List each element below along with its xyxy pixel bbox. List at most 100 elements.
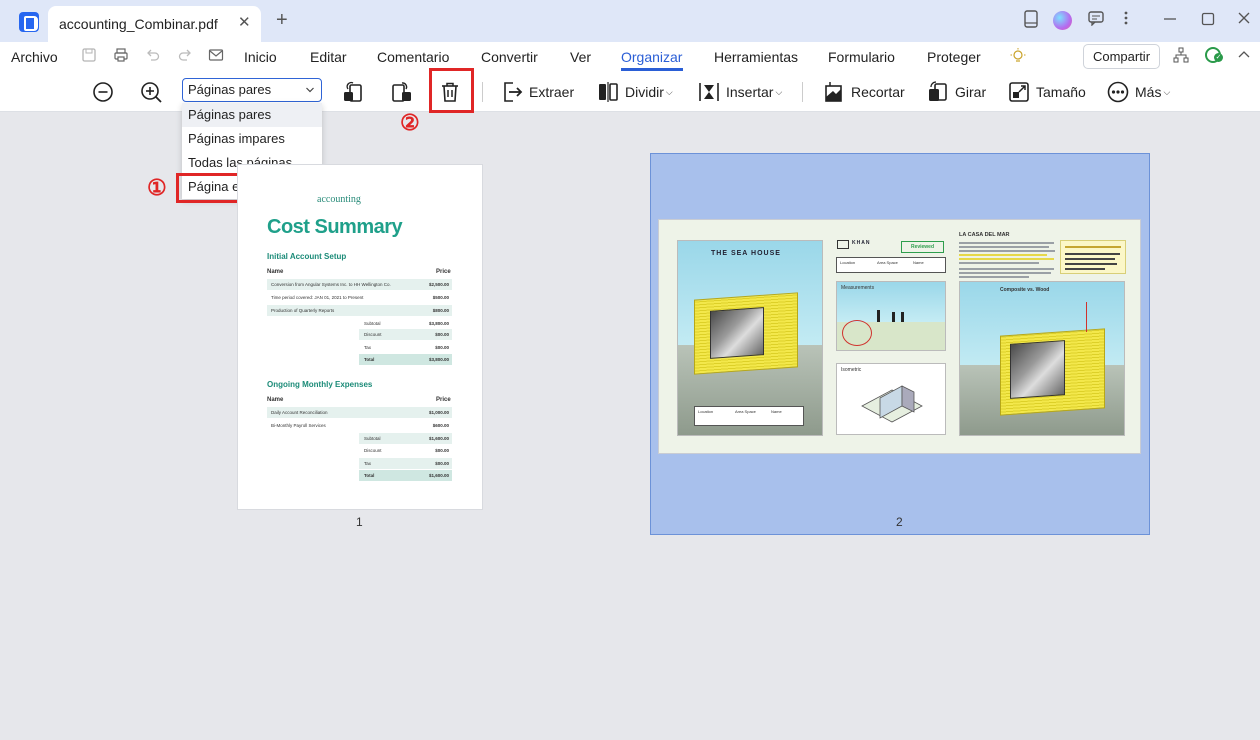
crop-label: Recortar: [851, 84, 905, 100]
collapse-ribbon-icon[interactable]: [1236, 47, 1252, 67]
accounting-logo: accounting: [317, 194, 361, 205]
lightbulb-icon[interactable]: [1010, 47, 1026, 69]
sticky-note: [1060, 240, 1126, 274]
menu-convertir[interactable]: Convertir: [481, 49, 538, 65]
house-window: [710, 307, 764, 359]
menu-formulario[interactable]: Formulario: [828, 49, 895, 65]
reviewed-stamp: Reviewed: [901, 241, 944, 253]
split-button[interactable]: Dividir ⌵: [596, 80, 673, 104]
more-button[interactable]: Más ⌵: [1106, 80, 1170, 104]
size-button[interactable]: Tamaño: [1007, 80, 1086, 104]
book-icon[interactable]: [1024, 10, 1038, 34]
zoom-out-button[interactable]: [91, 80, 115, 104]
extract-label: Extraer: [529, 84, 575, 100]
summary-row: Subtotal $1,600.00: [359, 433, 452, 444]
minimize-icon[interactable]: [1162, 10, 1178, 32]
tab-close-icon[interactable]: ✕: [238, 13, 251, 31]
page-range-select[interactable]: Páginas pares: [182, 78, 322, 102]
insert-chevron-icon: ⌵: [775, 86, 783, 97]
menu-comentario[interactable]: Comentario: [377, 49, 449, 65]
step-2-callout: ②: [400, 110, 420, 135]
undo-icon[interactable]: [145, 47, 161, 67]
share-button[interactable]: Compartir: [1083, 44, 1160, 69]
measurements-panel: Measurements: [836, 281, 946, 351]
menu-proteger[interactable]: Proteger: [927, 49, 981, 65]
zoom-in-button[interactable]: [139, 80, 163, 104]
option-odd-pages[interactable]: Páginas impares: [182, 127, 322, 151]
info-table: Location Area Space Name: [694, 406, 804, 426]
print-icon[interactable]: [113, 47, 129, 67]
measurements-label: Measurements: [841, 285, 875, 291]
toolbar-separator: [802, 82, 803, 102]
redo-icon[interactable]: [177, 47, 193, 67]
extract-icon: [504, 82, 523, 102]
rotate-button[interactable]: Girar: [926, 80, 986, 104]
composite-illustration: Composite vs. Wood: [959, 281, 1125, 436]
size-label: Tamaño: [1036, 84, 1086, 100]
save-icon[interactable]: [81, 47, 97, 67]
menu-bar: Archivo Inicio Editar Comentario Convert…: [0, 42, 1260, 72]
rotate-label: Girar: [955, 84, 987, 100]
column-price-header: Price: [436, 397, 451, 403]
cloud-sync-icon[interactable]: [1205, 47, 1223, 63]
firm-name: KHAN: [852, 240, 871, 246]
highlight-box-delete: [429, 68, 474, 113]
cost-summary-title: Cost Summary: [267, 216, 403, 238]
more-vertical-icon[interactable]: [1120, 10, 1132, 32]
insert-icon: [699, 83, 719, 101]
rotate-right-page-button[interactable]: [390, 80, 414, 104]
crop-button[interactable]: Recortar: [822, 80, 905, 104]
title-bar: accounting_Combinar.pdf ✕ +: [0, 0, 1260, 42]
more-chevron-icon: ⌵: [1163, 86, 1171, 97]
page-number-1: 1: [356, 515, 363, 529]
active-tab-indicator: [621, 68, 683, 71]
menu-organizar[interactable]: Organizar: [621, 49, 682, 65]
rotate-left-page-button[interactable]: [341, 80, 365, 104]
sea-house-illustration: THE SEA HOUSE Location Area Space Name: [677, 240, 823, 436]
user-avatar[interactable]: [1053, 11, 1072, 30]
page-thumbnail-1[interactable]: accounting Cost Summary Initial Account …: [237, 164, 483, 510]
option-even-pages[interactable]: Páginas pares: [182, 103, 322, 127]
insert-label: Insertar: [726, 84, 774, 100]
project-info-table: Location Area Space Name: [836, 257, 946, 273]
table-row: Bi-Monthly Payroll Services $600.00: [271, 423, 449, 428]
page-number-2: 2: [896, 515, 903, 529]
rotate-page-left-icon: [344, 81, 362, 102]
table-row: Time period covered: JAN 01, 2021 to Pre…: [271, 295, 449, 300]
maximize-icon[interactable]: [1200, 10, 1216, 32]
menu-editar[interactable]: Editar: [310, 49, 347, 65]
summary-total-row: Total $1,600.00: [359, 470, 452, 481]
table-row: Daily Account Reconciliation $1,000.00: [267, 407, 452, 418]
menu-herramientas[interactable]: Herramientas: [714, 49, 798, 65]
crop-icon: [825, 82, 842, 102]
column-name-header: Name: [267, 397, 284, 403]
mail-icon[interactable]: [208, 47, 224, 67]
summary-row: Discount $00.00: [364, 448, 449, 453]
section-heading: Ongoing Monthly Expenses: [267, 380, 373, 389]
composite-heading: Composite vs. Wood: [1000, 287, 1050, 293]
page-range-value: Páginas pares: [188, 82, 272, 97]
page-thumbnail-2[interactable]: THE SEA HOUSE Location Area Space Name K…: [658, 219, 1141, 454]
new-tab-icon[interactable]: +: [276, 10, 288, 30]
more-label: Más: [1135, 84, 1162, 100]
menu-inicio[interactable]: Inicio: [244, 49, 277, 65]
more-circle-icon: [1107, 81, 1129, 103]
close-window-icon[interactable]: [1236, 10, 1252, 32]
la-casa-heading: LA CASA DEL MAR: [959, 232, 1010, 238]
document-tab[interactable]: accounting_Combinar.pdf ✕: [48, 6, 261, 42]
resize-icon: [1009, 82, 1029, 102]
menu-ver[interactable]: Ver: [570, 49, 591, 65]
zoom-out-icon: [93, 82, 113, 102]
org-chart-icon[interactable]: [1173, 47, 1189, 67]
message-icon[interactable]: [1088, 10, 1104, 32]
summary-row: Tax $00.00: [359, 458, 452, 469]
toolbar-separator: [482, 82, 483, 102]
column-name-header: Name: [267, 269, 284, 275]
menu-archivo[interactable]: Archivo: [11, 49, 58, 65]
summary-row: Discount $00.00: [359, 329, 452, 340]
step-1-callout: ①: [147, 175, 167, 200]
isometric-drawing: [861, 385, 923, 423]
extract-button[interactable]: Extraer: [500, 80, 574, 104]
insert-button[interactable]: Insertar ⌵: [697, 80, 782, 104]
split-icon: [599, 82, 618, 102]
